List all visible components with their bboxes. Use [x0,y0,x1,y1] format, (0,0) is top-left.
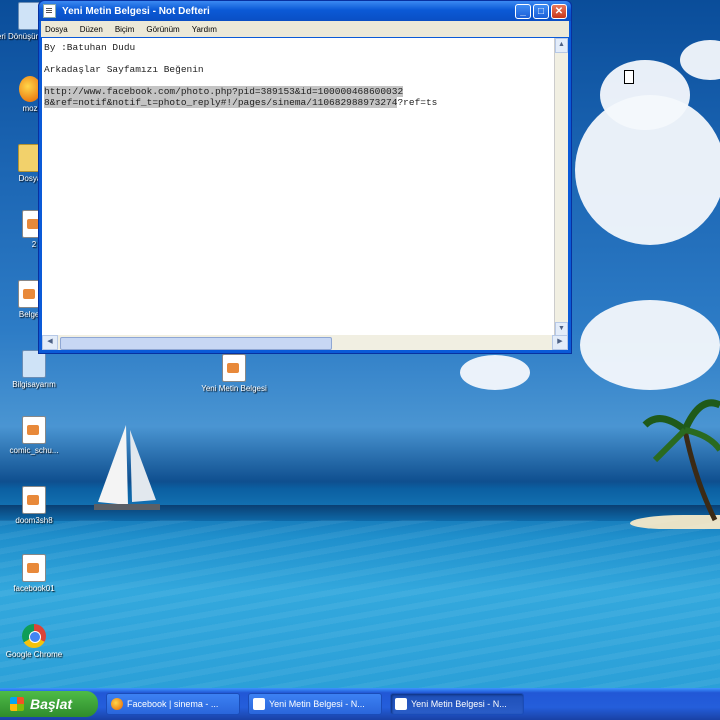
desktop-icon-facebook01[interactable]: facebook01 [0,554,74,593]
notepad-window[interactable]: Yeni Metin Belgesi - Not Defteri _ □ ✕ D… [38,0,572,354]
taskbar-item-notepad-active[interactable]: Yeni Metin Belgesi - N... [390,693,524,715]
minimize-button[interactable]: _ [515,3,531,19]
menu-duzen[interactable]: Düzen [80,25,103,34]
notepad-icon [395,698,407,710]
vertical-scrollbar[interactable]: ▲ ▼ [554,38,568,337]
chrome-icon [22,624,46,648]
my-computer-icon [22,350,46,378]
taskbar: Başlat Facebook | sinema - ... Yeni Meti… [0,688,720,720]
selected-text: http://www.facebook.com/photo.php?pid=38… [44,86,404,97]
taskbar-item-notepad[interactable]: Yeni Metin Belgesi - N... [248,693,382,715]
desktop-icon-label: doom3sh8 [15,516,53,525]
notepad-icon [253,698,265,710]
close-button[interactable]: ✕ [551,3,567,19]
windows-logo-icon [10,697,24,711]
cloud [680,40,720,80]
text-line: By :Batuhan Dudu [44,42,136,53]
desktop-icon-label: Yeni Metin Belgesi [201,384,267,393]
scroll-left-icon[interactable]: ◀ [42,335,58,350]
window-title: Yeni Metin Belgesi - Not Defteri [62,5,210,17]
selected-text: 8&ref=notif&notif_t=photo_reply#!/pages/… [44,97,398,108]
mouse-cursor [624,70,634,84]
cloud [460,355,530,390]
taskbar-item-label: Yeni Metin Belgesi - N... [269,699,365,709]
desktop-icon-comic[interactable]: comic_schu... [0,416,74,455]
cloud [600,60,690,130]
menu-yardim[interactable]: Yardım [192,25,217,34]
scroll-track[interactable] [58,336,552,350]
text-line-url: 8&ref=notif&notif_t=photo_reply#!/pages/… [44,97,553,108]
taskbar-item-label: Yeni Metin Belgesi - N... [411,699,507,709]
text-line-url: http://www.facebook.com/photo.php?pid=38… [44,86,553,97]
desktop-icon-label: facebook01 [13,584,55,593]
sea [0,520,720,688]
desktop-icon-chrome[interactable]: Google Chrome [0,624,74,659]
menu-dosya[interactable]: Dosya [45,25,68,34]
document-icon [22,554,46,582]
firefox-icon [111,698,123,710]
taskbar-item-facebook[interactable]: Facebook | sinema - ... [106,693,240,715]
palm-tree-image [642,399,720,522]
sailboat-image [94,425,160,510]
text-line-blank [44,53,553,64]
horizontal-scrollbar[interactable]: ◀ ▶ [42,335,568,350]
maximize-button[interactable]: □ [533,3,549,19]
notepad-icon [43,4,56,18]
menu-bar: Dosya Düzen Biçim Görünüm Yardım [39,21,571,37]
scroll-thumb[interactable] [60,337,332,350]
start-label: Başlat [30,696,73,712]
desktop-icon-bilgisayarim[interactable]: Bilgisayarım [0,350,74,389]
scroll-up-icon[interactable]: ▲ [555,38,568,53]
menu-gorunum[interactable]: Görünüm [146,25,179,34]
text-file-icon [222,354,246,382]
window-titlebar[interactable]: Yeni Metin Belgesi - Not Defteri _ □ ✕ [39,1,571,21]
desktop-icon-label: Bilgisayarım [12,380,56,389]
text-editor[interactable]: By :Batuhan Dudu Arkadaşlar Sayfamızı Be… [42,38,555,335]
desktop-icon-label: comic_schu... [9,446,59,455]
text-line: Arkadaşlar Sayfamızı Beğenin [44,64,204,75]
text-line-blank [44,75,553,86]
menu-bicim[interactable]: Biçim [115,25,135,34]
desktop-icon-yeni-metin[interactable]: Yeni Metin Belgesi [194,354,274,393]
scroll-right-icon[interactable]: ▶ [552,335,568,350]
desktop-icon-doom[interactable]: doom3sh8 [0,486,74,525]
document-icon [22,416,46,444]
cloud [580,300,720,390]
taskbar-item-label: Facebook | sinema - ... [127,699,219,709]
unselected-text: ?ref=ts [397,97,438,108]
document-icon [22,486,46,514]
scroll-track[interactable] [555,53,568,322]
start-button[interactable]: Başlat [0,691,98,717]
desktop-icon-label: Google Chrome [5,650,63,659]
